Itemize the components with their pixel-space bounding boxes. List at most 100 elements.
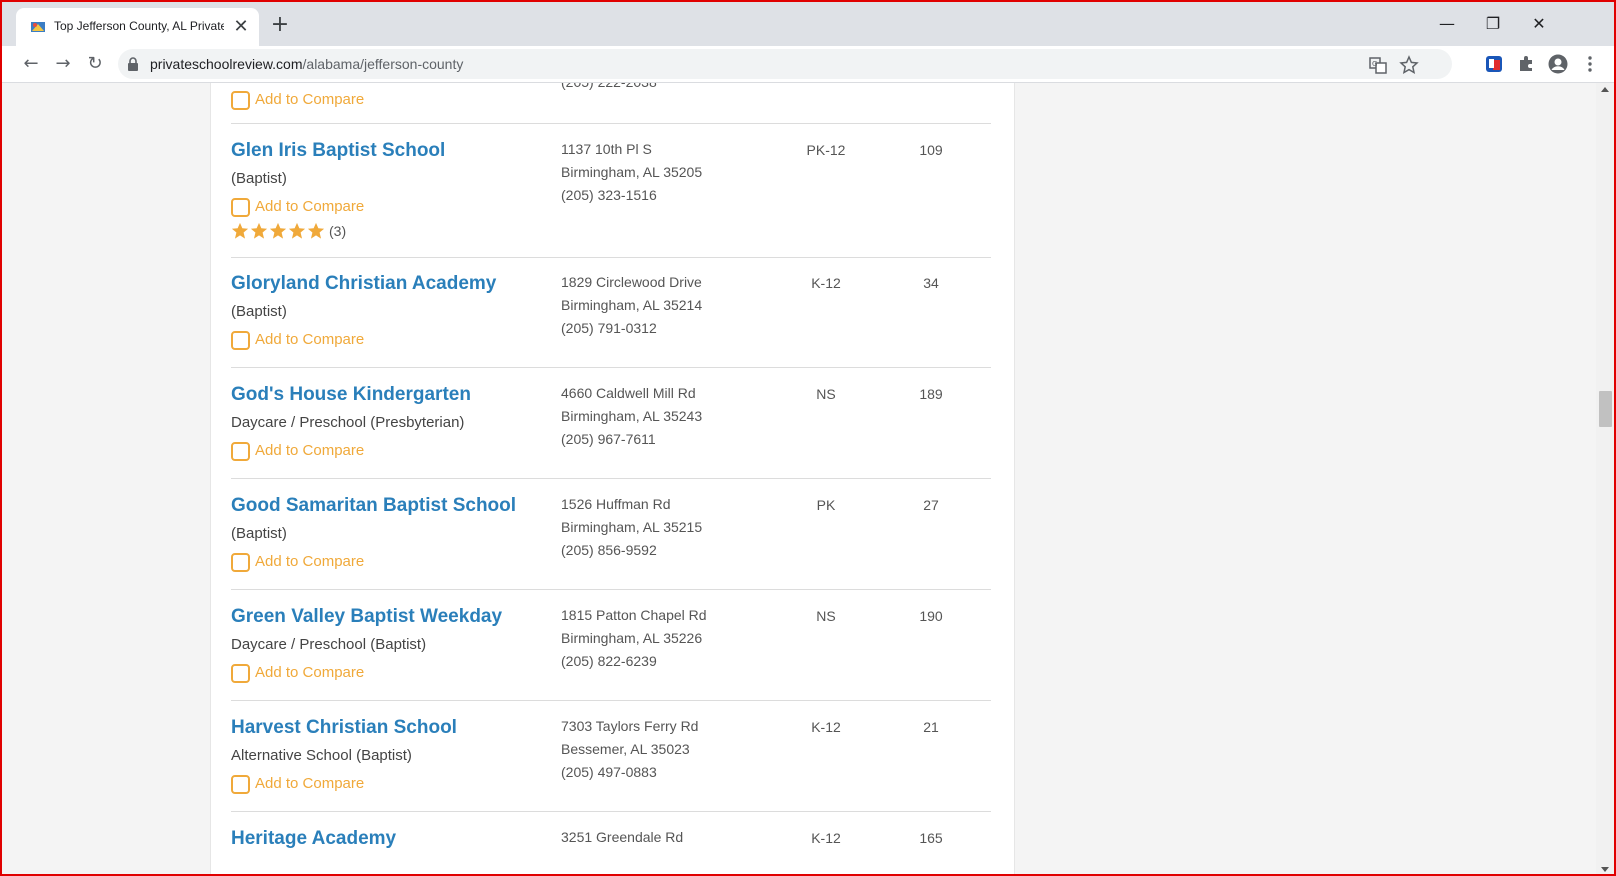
- tab-close-icon[interactable]: ✕: [230, 16, 252, 38]
- translate-icon[interactable]: G: [1368, 55, 1388, 75]
- students-value: 189: [919, 386, 943, 402]
- address-bar[interactable]: privateschoolreview.com/alabama/jefferso…: [118, 49, 1452, 79]
- students-value: 190: [919, 608, 943, 624]
- scrollbar-thumb[interactable]: [1599, 391, 1612, 427]
- tab-strip: Top Jefferson County, AL Private ✕ + — ❐…: [2, 2, 1614, 46]
- school-list: Add to Compare (205) 222-2038 Glen Iris …: [210, 83, 1015, 874]
- table-row: Add to Compare (205) 222-2038: [231, 83, 991, 124]
- school-name-link[interactable]: Gloryland Christian Academy: [231, 273, 496, 295]
- address-line1: 1137 10th Pl S: [561, 141, 652, 157]
- school-address: 7303 Taylors Ferry Rd Bessemer, AL 35023…: [561, 715, 698, 784]
- review-count[interactable]: (3): [329, 223, 346, 239]
- school-phone: (205) 967-7611: [561, 431, 656, 447]
- bookmark-star-icon[interactable]: [1399, 55, 1419, 75]
- star-icon: [307, 222, 325, 239]
- minimize-button[interactable]: —: [1432, 12, 1462, 36]
- school-type: (Baptist): [231, 303, 287, 320]
- restore-button[interactable]: ❐: [1478, 12, 1508, 36]
- forward-button[interactable]: →: [50, 51, 76, 77]
- address-line1: 7303 Taylors Ferry Rd: [561, 718, 699, 734]
- address-line1: 1829 Circlewood Drive: [561, 274, 702, 290]
- table-row: Good Samaritan Baptist School (Baptist) …: [231, 479, 991, 590]
- grades-value: PK: [816, 497, 836, 513]
- address-line2: Birmingham, AL 35226: [561, 630, 703, 646]
- menu-kebab-icon[interactable]: [1580, 54, 1600, 74]
- students-value: 109: [919, 142, 943, 158]
- school-phone: (205) 323-1516: [561, 187, 657, 203]
- extension-badge-icon[interactable]: [1484, 54, 1504, 74]
- compare-label: Add to Compare: [255, 91, 365, 108]
- compare-checkbox[interactable]: [231, 91, 250, 110]
- compare-checkbox[interactable]: [231, 553, 250, 572]
- scroll-down-arrow-icon[interactable]: [1601, 867, 1609, 872]
- compare-label: Add to Compare: [255, 331, 365, 348]
- reload-button[interactable]: ↻: [82, 51, 108, 77]
- table-row: Green Valley Baptist Weekday Daycare / P…: [231, 590, 991, 701]
- close-window-button[interactable]: ✕: [1524, 12, 1554, 36]
- compare-label: Add to Compare: [255, 442, 365, 459]
- compare-checkbox[interactable]: [231, 442, 250, 461]
- url-path: /alabama/jefferson-county: [302, 56, 464, 72]
- address-line2: Birmingham, AL 35205: [561, 164, 703, 180]
- address-line1: 3251 Greendale Rd: [561, 829, 684, 845]
- grades-value: NS: [816, 386, 836, 402]
- address-line1: 1815 Patton Chapel Rd: [561, 607, 707, 623]
- school-name-link[interactable]: Good Samaritan Baptist School: [231, 495, 516, 517]
- compare-checkbox[interactable]: [231, 664, 250, 683]
- compare-checkbox[interactable]: [231, 775, 250, 794]
- school-phone: (205) 497-0883: [561, 764, 657, 780]
- school-name-link[interactable]: Glen Iris Baptist School: [231, 140, 445, 162]
- back-button[interactable]: ←: [18, 51, 44, 77]
- compare-checkbox[interactable]: [231, 331, 250, 350]
- students-value: 21: [923, 719, 939, 735]
- table-row: God's House Kindergarten Daycare / Presc…: [231, 368, 991, 479]
- school-address: 1137 10th Pl S Birmingham, AL 35205 (205…: [561, 138, 702, 207]
- table-row: Glen Iris Baptist School (Baptist) Add t…: [231, 124, 991, 258]
- students-value: 165: [919, 830, 943, 846]
- school-phone: (205) 856-9592: [561, 542, 657, 558]
- scroll-up-arrow-icon[interactable]: [1601, 87, 1609, 92]
- rating-stars[interactable]: (3): [231, 222, 346, 242]
- table-row: Gloryland Christian Academy (Baptist) Ad…: [231, 257, 991, 368]
- school-name-link[interactable]: God's House Kindergarten: [231, 384, 471, 406]
- tab-title: Top Jefferson County, AL Private: [54, 19, 224, 33]
- grades-value: K-12: [811, 719, 841, 735]
- grades-value: NS: [816, 608, 836, 624]
- extensions-puzzle-icon[interactable]: [1516, 54, 1536, 74]
- compare-label: Add to Compare: [255, 664, 365, 681]
- school-address: 4660 Caldwell Mill Rd Birmingham, AL 352…: [561, 382, 702, 451]
- students-value: 27: [923, 497, 939, 513]
- lock-icon: [128, 57, 138, 71]
- profile-avatar-icon[interactable]: [1548, 54, 1568, 74]
- school-type: Daycare / Preschool (Baptist): [231, 636, 427, 653]
- star-icon: [269, 222, 287, 239]
- school-type: (Baptist): [231, 170, 287, 187]
- page-scrollbar[interactable]: [1596, 83, 1614, 874]
- svg-text:G: G: [1372, 60, 1377, 68]
- star-icon: [250, 222, 268, 239]
- table-row: Harvest Christian School Alternative Sch…: [231, 701, 991, 812]
- school-phone: (205) 822-6239: [561, 653, 657, 669]
- active-tab[interactable]: Top Jefferson County, AL Private ✕: [16, 8, 259, 46]
- browser-window: Top Jefferson County, AL Private ✕ + — ❐…: [0, 0, 1616, 876]
- school-address: 1829 Circlewood Drive Birmingham, AL 352…: [561, 271, 702, 340]
- star-icon: [231, 222, 249, 239]
- address-line2: Birmingham, AL 35243: [561, 408, 703, 424]
- address-line2: Bessemer, AL 35023: [561, 741, 690, 757]
- compare-label: Add to Compare: [255, 553, 365, 570]
- school-name-link[interactable]: Green Valley Baptist Weekday: [231, 606, 502, 628]
- school-phone: (205) 791-0312: [561, 320, 657, 336]
- students-value: 34: [923, 275, 939, 291]
- school-name-link[interactable]: Harvest Christian School: [231, 717, 457, 739]
- school-address: 1815 Patton Chapel Rd Birmingham, AL 352…: [561, 604, 707, 673]
- new-tab-button[interactable]: +: [268, 14, 292, 38]
- address-line1: 1526 Huffman Rd: [561, 496, 671, 512]
- page-viewport: Add to Compare (205) 222-2038 Glen Iris …: [2, 83, 1596, 874]
- school-address: 1526 Huffman Rd Birmingham, AL 35215 (20…: [561, 493, 702, 562]
- school-type: Alternative School (Baptist): [231, 747, 412, 764]
- url-text[interactable]: privateschoolreview.com/alabama/jefferso…: [150, 56, 463, 72]
- school-name-link[interactable]: Heritage Academy: [231, 828, 396, 850]
- grades-value: K-12: [811, 275, 841, 291]
- school-type: Daycare / Preschool (Presbyterian): [231, 414, 465, 431]
- compare-checkbox[interactable]: [231, 198, 250, 217]
